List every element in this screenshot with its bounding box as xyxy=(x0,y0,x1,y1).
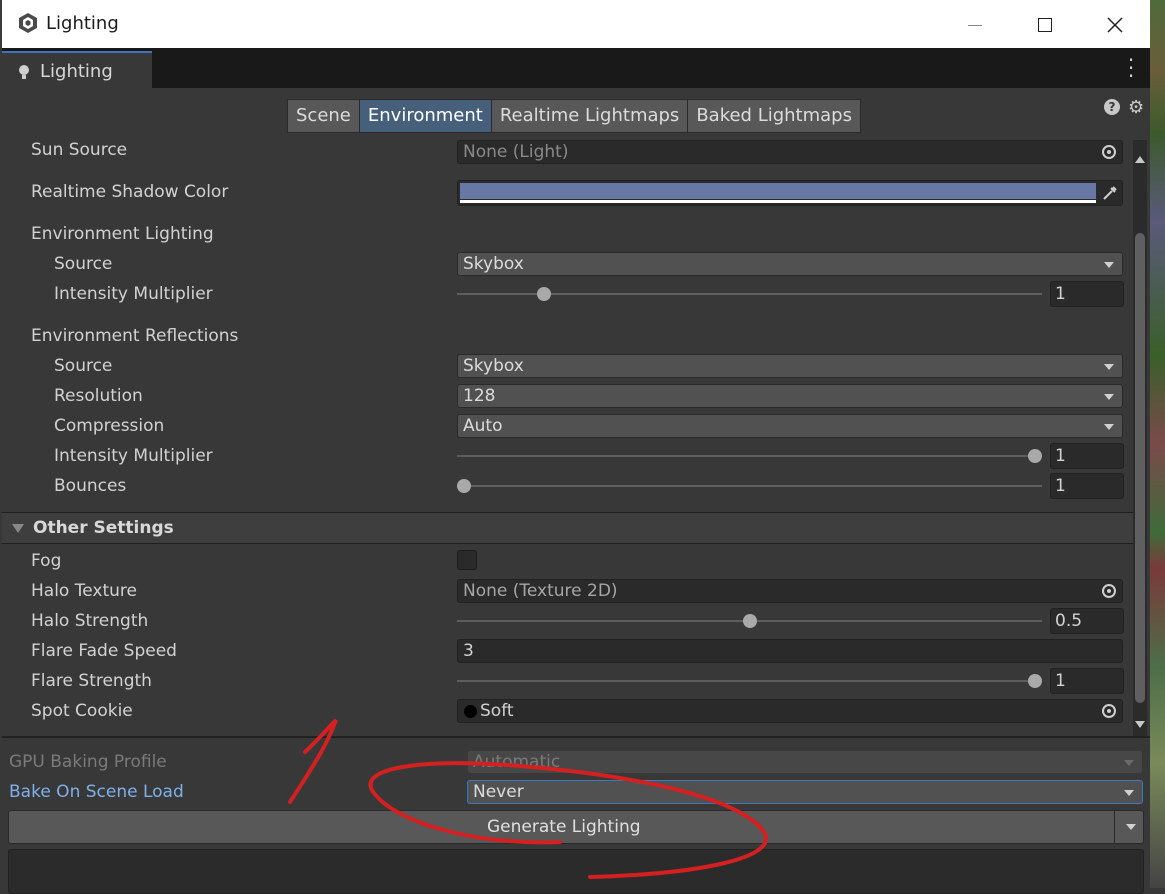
slider-thumb[interactable] xyxy=(1028,674,1042,688)
env-lighting-intensity-label: Intensity Multiplier xyxy=(54,284,213,304)
flare-fade-speed-input[interactable]: 3 xyxy=(457,639,1123,663)
chevron-down-icon xyxy=(1104,394,1114,400)
close-button[interactable] xyxy=(1080,8,1150,42)
gpu-baking-profile-label: GPU Baking Profile xyxy=(9,752,167,772)
chevron-down-icon xyxy=(1104,424,1114,430)
generate-lighting-button[interactable]: Generate Lighting xyxy=(8,810,1144,844)
chevron-down-icon xyxy=(1104,364,1114,370)
other-settings-foldout[interactable]: Other Settings xyxy=(2,512,1133,544)
halo-strength-label: Halo Strength xyxy=(31,611,149,631)
realtime-shadow-color-label: Realtime Shadow Color xyxy=(31,182,229,202)
more-options-icon[interactable]: · · · xyxy=(1124,50,1138,86)
gpu-baking-profile-dropdown: Automatic xyxy=(467,750,1143,774)
environment-lighting-heading: Environment Lighting xyxy=(31,224,214,244)
subtab-environment[interactable]: Environment xyxy=(358,99,492,133)
env-lighting-intensity-input[interactable]: 1 xyxy=(1050,281,1124,307)
gear-icon[interactable]: ⚙ xyxy=(1128,97,1144,118)
foldout-arrow-icon xyxy=(12,524,24,533)
alpha-bar xyxy=(460,200,1096,203)
flare-strength-input[interactable]: 1 xyxy=(1050,668,1124,694)
help-icon[interactable]: ? xyxy=(1104,99,1120,115)
slider-thumb[interactable] xyxy=(536,287,551,301)
bounces-slider[interactable] xyxy=(457,485,1042,487)
resolution-dropdown[interactable]: 128 xyxy=(457,384,1123,408)
chevron-down-icon xyxy=(1124,760,1134,766)
close-icon xyxy=(1107,17,1123,33)
halo-texture-label: Halo Texture xyxy=(31,581,137,601)
sun-source-label: Sun Source xyxy=(31,140,128,160)
other-settings-heading: Other Settings xyxy=(33,518,174,538)
scroll-down-icon[interactable] xyxy=(1135,721,1145,728)
fog-checkbox[interactable] xyxy=(457,550,477,570)
compression-label: Compression xyxy=(54,416,165,436)
divider xyxy=(2,736,1150,738)
chevron-down-icon xyxy=(1124,790,1134,796)
compression-dropdown[interactable]: Auto xyxy=(457,414,1123,438)
lighting-subtabs: Scene Environment Realtime Lightmaps Bak… xyxy=(287,99,861,133)
environment-reflections-heading: Environment Reflections xyxy=(31,326,239,346)
window-title-bar: Lighting xyxy=(0,0,1150,48)
color-swatch xyxy=(460,183,1096,199)
desktop-background xyxy=(1150,0,1165,888)
bake-on-scene-load-label: Bake On Scene Load xyxy=(9,782,184,802)
chevron-down-icon xyxy=(1126,824,1136,830)
object-picker-icon[interactable] xyxy=(1102,584,1116,598)
resolution-label: Resolution xyxy=(54,386,143,406)
spot-cookie-field[interactable]: Soft xyxy=(457,699,1123,723)
environment-panel: Sun Source None (Light) Realtime Shadow … xyxy=(2,138,1133,736)
env-reflections-source-dropdown[interactable]: Skybox xyxy=(457,354,1123,378)
unity-icon xyxy=(19,13,37,33)
bake-on-scene-load-dropdown[interactable]: Never xyxy=(467,780,1143,804)
env-lighting-source-label: Source xyxy=(54,254,113,274)
subtab-realtime-lightmaps[interactable]: Realtime Lightmaps xyxy=(490,99,689,133)
object-picker-icon[interactable] xyxy=(1102,145,1116,159)
spot-cookie-label: Spot Cookie xyxy=(31,701,133,721)
maximize-button[interactable] xyxy=(1010,8,1080,42)
generate-lighting-menu-button[interactable] xyxy=(1114,810,1144,844)
halo-texture-field[interactable]: None (Texture 2D) xyxy=(457,579,1123,603)
tab-lighting[interactable]: Lighting xyxy=(2,51,152,88)
bake-status-area xyxy=(8,849,1144,894)
eyedropper-icon[interactable] xyxy=(1102,185,1118,201)
lightbulb-icon xyxy=(19,65,29,79)
tab-label: Lighting xyxy=(40,61,113,82)
maximize-icon xyxy=(1038,18,1052,32)
slider-thumb[interactable] xyxy=(457,479,471,493)
env-reflections-source-label: Source xyxy=(54,356,113,376)
chevron-down-icon xyxy=(1104,262,1114,268)
scrollbar-thumb[interactable] xyxy=(1135,233,1145,703)
window-title: Lighting xyxy=(46,13,119,34)
object-picker-icon[interactable] xyxy=(1102,704,1116,718)
subtab-scene[interactable]: Scene xyxy=(287,99,360,133)
subtab-baked-lightmaps[interactable]: Baked Lightmaps xyxy=(687,99,861,133)
cookie-thumbnail-icon xyxy=(464,705,477,718)
env-reflections-intensity-label: Intensity Multiplier xyxy=(54,446,213,466)
env-lighting-source-dropdown[interactable]: Skybox xyxy=(457,252,1123,276)
flare-strength-label: Flare Strength xyxy=(31,671,152,691)
flare-strength-slider[interactable] xyxy=(457,680,1042,682)
slider-thumb[interactable] xyxy=(742,614,757,628)
env-reflections-intensity-input[interactable]: 1 xyxy=(1050,443,1124,469)
minimize-button[interactable] xyxy=(940,8,1010,42)
minimize-icon xyxy=(968,24,982,26)
bounces-label: Bounces xyxy=(54,476,127,496)
env-reflections-intensity-slider[interactable] xyxy=(457,455,1042,457)
generate-lighting-label: Generate Lighting xyxy=(487,817,641,837)
slider-thumb[interactable] xyxy=(1028,449,1042,463)
halo-strength-input[interactable]: 0.5 xyxy=(1050,608,1124,634)
tab-strip xyxy=(2,48,1150,88)
scroll-up-icon[interactable] xyxy=(1135,156,1145,163)
realtime-shadow-color-field[interactable] xyxy=(457,180,1123,206)
sun-source-field[interactable]: None (Light) xyxy=(457,140,1123,164)
fog-label: Fog xyxy=(31,551,62,571)
flare-fade-speed-label: Flare Fade Speed xyxy=(31,641,177,661)
bounces-input[interactable]: 1 xyxy=(1050,473,1124,499)
